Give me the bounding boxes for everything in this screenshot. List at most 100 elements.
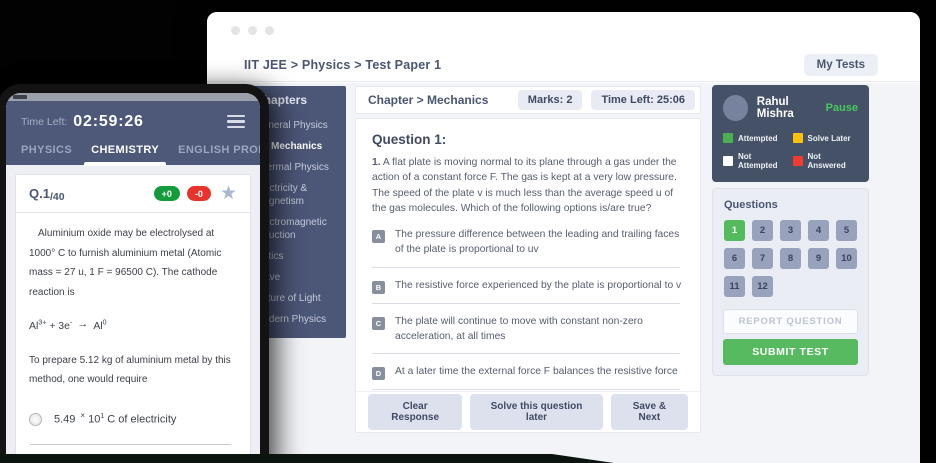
question-tile-3[interactable]: 3 bbox=[780, 220, 801, 241]
cathode-reaction-formula: Al3+ + 3e-→Al0 bbox=[29, 316, 237, 337]
chapter-breadcrumb: Chapter > Mechanics bbox=[368, 93, 488, 107]
mobile-question-card: Q.1/40 +0 -0 ★ Aluminium oxide may be el… bbox=[15, 174, 251, 463]
status-legend: Attempted Solve Later Not Attempted Not Ans… bbox=[723, 133, 858, 170]
desk-shadow bbox=[0, 454, 614, 463]
browser-titlebar bbox=[207, 12, 920, 49]
answer-option-c[interactable]: CThe plate will continue to move with co… bbox=[372, 315, 684, 345]
divider bbox=[30, 444, 231, 445]
mobile-question-body: Aluminium oxide may be electrolysed at 1… bbox=[16, 213, 250, 463]
answer-options: A The pressure difference between the lea… bbox=[372, 228, 684, 391]
legend-swatch bbox=[723, 133, 733, 143]
mobile-question-text: Aluminium oxide may be electrolysed at 1… bbox=[29, 224, 237, 302]
subject-tabs: PHYSICSCHEMISTRYENGLISH PROFICIENCY bbox=[21, 144, 245, 165]
legend-swatch bbox=[793, 133, 803, 143]
divider bbox=[372, 267, 680, 268]
question-tile-5[interactable]: 5 bbox=[836, 220, 857, 241]
mobile-question-card-header: Q.1/40 +0 -0 ★ bbox=[16, 175, 250, 213]
mobile-time-left-label: Time Left: bbox=[21, 116, 67, 128]
option-text: The resistive force experienced by the p… bbox=[395, 279, 681, 294]
menu-icon[interactable] bbox=[227, 112, 245, 131]
time-left-badge: Time Left: 25:06 bbox=[591, 90, 695, 110]
positive-marks-badge: +0 bbox=[154, 186, 180, 201]
clear-response-button[interactable]: Clear Response bbox=[368, 394, 462, 430]
question-title: Question 1: bbox=[372, 132, 684, 147]
bookmark-star-icon[interactable]: ★ bbox=[220, 184, 237, 203]
question-counter: Q.1/40 bbox=[29, 186, 65, 201]
window-control-dot[interactable] bbox=[231, 26, 240, 35]
page-content: Chapters General PhysicsMechanicsThermal… bbox=[207, 83, 920, 463]
test-status-panel: Rahul Mishra Pause Attempted Solve Later N… bbox=[712, 85, 869, 376]
mobile-option-1[interactable]: 5.49×101 C of electricity bbox=[29, 408, 237, 431]
question-body-text: A flat plate is moving normal to its pla… bbox=[372, 157, 677, 214]
submit-test-button[interactable]: SUBMIT TEST bbox=[723, 339, 858, 365]
tab-chemistry[interactable]: CHEMISTRY bbox=[91, 144, 159, 165]
option-letter-badge: D bbox=[372, 367, 385, 380]
legend-swatch bbox=[793, 156, 803, 166]
negative-marks-badge: -0 bbox=[187, 186, 211, 201]
question-number-grid: 123456789101112 bbox=[724, 220, 857, 297]
tab-physics[interactable]: PHYSICS bbox=[21, 144, 72, 165]
question-tile-8[interactable]: 8 bbox=[780, 248, 801, 269]
divider bbox=[372, 303, 680, 304]
legend-label: Attempted bbox=[738, 134, 778, 143]
question-tile-4[interactable]: 4 bbox=[808, 220, 829, 241]
user-name: Rahul Mishra bbox=[757, 96, 826, 120]
tab-english-proficiency[interactable]: ENGLISH PROFICIENCY bbox=[178, 144, 260, 165]
option-letter-badge: C bbox=[372, 317, 385, 330]
question-tile-6[interactable]: 6 bbox=[724, 248, 745, 269]
legend-label: Not Answered bbox=[808, 152, 859, 170]
arrow-icon: → bbox=[77, 314, 88, 335]
question-tile-10[interactable]: 10 bbox=[836, 248, 857, 269]
option-letter-badge: A bbox=[372, 230, 385, 243]
question-tile-11[interactable]: 11 bbox=[724, 276, 745, 297]
questions-title: Questions bbox=[724, 199, 857, 211]
phone-status-bar bbox=[6, 93, 260, 101]
option-text: The pressure difference between the lead… bbox=[395, 228, 684, 258]
question-text: 1. A flat plate is moving normal to its … bbox=[372, 155, 684, 217]
mobile-option-label: 5.49×101 C of electricity bbox=[54, 408, 176, 431]
legend-swatch bbox=[723, 156, 733, 166]
window-control-dot[interactable] bbox=[265, 26, 274, 35]
question-card: Question 1: 1. A flat plate is moving no… bbox=[355, 118, 701, 433]
breadcrumb[interactable]: IIT JEE > Physics > Test Paper 1 bbox=[244, 58, 441, 72]
report-question-button[interactable]: REPORT QUESTION bbox=[723, 309, 858, 334]
answer-option-d[interactable]: D At a later time the external force F ba… bbox=[372, 365, 684, 380]
legend-label: Solve Later bbox=[808, 134, 851, 143]
marks-badge: Marks: 2 bbox=[518, 90, 583, 110]
mobile-header: Time Left: 02:59:26 PHYSICSCHEMISTRYENGL… bbox=[6, 101, 260, 165]
my-tests-button[interactable]: My Tests bbox=[804, 54, 878, 76]
legend-item-solve-later: Solve Later bbox=[793, 133, 859, 143]
save-next-button[interactable]: Save & Next bbox=[611, 394, 688, 430]
composite-screenshot: IIT JEE > Physics > Test Paper 1 My Test… bbox=[0, 0, 936, 463]
questions-navigator: Questions 123456789101112 REPORT QUESTIO… bbox=[712, 188, 869, 376]
phone-screen: Time Left: 02:59:26 PHYSICSCHEMISTRYENGL… bbox=[6, 93, 260, 463]
mobile-body: Q.1/40 +0 -0 ★ Aluminium oxide may be el… bbox=[6, 165, 260, 463]
question-footer: Clear Response Solve this question later… bbox=[356, 391, 700, 432]
mobile-question-text-2: To prepare 5.12 kg of aluminium metal by… bbox=[29, 351, 237, 390]
question-area-header: Chapter > Mechanics Marks: 2 Time Left: … bbox=[355, 86, 701, 114]
phone-overlay: Time Left: 02:59:26 PHYSICSCHEMISTRYENGL… bbox=[0, 84, 269, 463]
question-tile-2[interactable]: 2 bbox=[752, 220, 773, 241]
browser-window: IIT JEE > Physics > Test Paper 1 My Test… bbox=[207, 12, 920, 463]
legend-label: Not Attempted bbox=[738, 152, 789, 170]
user-card: Rahul Mishra Pause Attempted Solve Later N… bbox=[712, 85, 869, 182]
pause-button[interactable]: Pause bbox=[826, 102, 858, 114]
question-tile-1[interactable]: 1 bbox=[724, 220, 745, 241]
question-number: 1. bbox=[372, 157, 381, 168]
option-letter-badge: B bbox=[372, 281, 385, 294]
avatar bbox=[723, 95, 748, 121]
app-header: IIT JEE > Physics > Test Paper 1 My Test… bbox=[207, 49, 920, 82]
solve-later-button[interactable]: Solve this question later bbox=[470, 394, 602, 430]
radio-button[interactable] bbox=[29, 413, 42, 426]
answer-option-a[interactable]: A The pressure difference between the lea… bbox=[372, 228, 684, 258]
legend-item-attempted: Attempted bbox=[723, 133, 789, 143]
answer-option-b[interactable]: B The resistive force experienced by the … bbox=[372, 279, 684, 294]
question-tile-12[interactable]: 12 bbox=[752, 276, 773, 297]
legend-item-not-answered: Not Answered bbox=[793, 152, 859, 170]
option-text: At a later time the external force F bal… bbox=[395, 365, 678, 380]
window-control-dot[interactable] bbox=[248, 26, 257, 35]
divider bbox=[372, 353, 680, 354]
question-tile-9[interactable]: 9 bbox=[808, 248, 829, 269]
legend-item-not-attempted: Not Attempted bbox=[723, 152, 789, 170]
question-tile-7[interactable]: 7 bbox=[752, 248, 773, 269]
